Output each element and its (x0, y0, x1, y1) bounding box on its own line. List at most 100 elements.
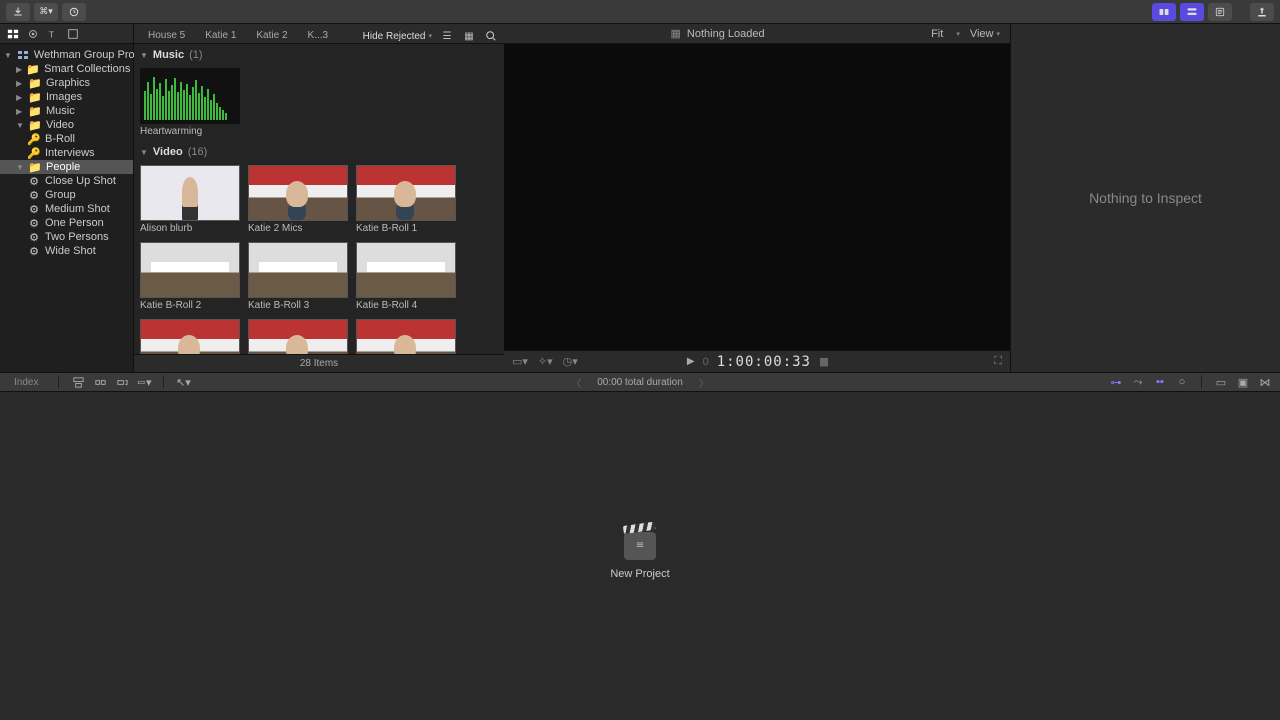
index-button[interactable]: Index (6, 375, 46, 390)
clip-appearance-icon[interactable]: ▦ (462, 29, 476, 43)
view-label: View (970, 28, 994, 40)
clip-item[interactable] (140, 319, 240, 354)
timeline[interactable]: New Project (0, 392, 1280, 720)
audio-meter-icon[interactable]: ▮▮ (819, 355, 827, 368)
bg-tasks-button[interactable] (62, 3, 86, 21)
tree-item-people[interactable]: ▼ 📁 People (0, 160, 133, 174)
timeline-history-forward[interactable]: 〉 (699, 375, 709, 390)
tree-item-wide-shot[interactable]: ⚙ Wide Shot (0, 244, 133, 258)
browser-content[interactable]: ▼ Music (1) Heartwarming ▼ Video (16) A (134, 44, 504, 354)
transform-tool-icon[interactable]: ▭▾ (512, 355, 528, 368)
video-thumbnail (248, 319, 348, 354)
browser-tab[interactable]: K...3 (300, 28, 337, 43)
overwrite-clip-icon[interactable]: ▾ (137, 375, 151, 389)
disclosure-icon: ▶ (16, 107, 24, 116)
browser-layout-button[interactable] (1152, 3, 1176, 21)
transitions-browser-icon[interactable]: ⋈ (1258, 375, 1272, 389)
filter-dropdown[interactable]: Hide Rejected▾ (363, 31, 432, 42)
timeline-history-back[interactable]: 〈 (571, 375, 581, 390)
clip-item[interactable] (248, 319, 348, 354)
titles-tab-icon[interactable]: T (46, 27, 60, 41)
tree-label: Wide Shot (45, 245, 96, 257)
tree-item-medium-shot[interactable]: ⚙Medium Shot (0, 202, 133, 216)
effects-browser-icon[interactable]: ▣ (1236, 375, 1250, 389)
view-dropdown[interactable]: View▾ (970, 28, 1000, 40)
snapping-icon[interactable]: ○ (1175, 375, 1189, 389)
play-button[interactable]: ▶ (687, 356, 695, 367)
section-count: (16) (188, 146, 208, 158)
clip-appearance-icon[interactable]: ▭ (1214, 375, 1228, 389)
tree-item-music[interactable]: ▶ 📁 Music (0, 104, 133, 118)
disclosure-icon: ▶ (16, 93, 24, 102)
inspector-layout-button[interactable] (1208, 3, 1232, 21)
tree-item-graphics[interactable]: ▶ 📁 Graphics (0, 76, 133, 90)
photos-tab-icon[interactable] (26, 27, 40, 41)
new-project-label: New Project (610, 568, 669, 580)
clip-appearance-icon[interactable]: ▦ (670, 27, 680, 40)
tree-item-video[interactable]: ▼ 📁 Video (0, 118, 133, 132)
append-clip-icon[interactable] (115, 375, 129, 389)
gear-icon: ⚙ (28, 231, 40, 243)
color-tool-icon[interactable]: ✧▾ (538, 355, 553, 368)
insert-clip-icon[interactable] (93, 375, 107, 389)
browser-tab[interactable]: Katie 1 (197, 28, 244, 43)
folder-icon: 📁 (29, 91, 41, 103)
gear-icon: ⚙ (28, 217, 40, 229)
tree-item-one-person[interactable]: ⚙ One Person (0, 216, 133, 230)
library-root-row[interactable]: ▼ Wethman Group Promo (0, 48, 133, 62)
skimming-icon[interactable]: ⊶ (1109, 375, 1123, 389)
library-name: Wethman Group Promo (34, 49, 150, 61)
tree-item-close-up-shot[interactable]: ⚙Close Up Shot (0, 174, 133, 188)
keyword-button[interactable]: ⌘▾ (34, 3, 58, 21)
browser-tab[interactable]: House 5 (140, 28, 193, 43)
folder-icon: 📁 (29, 119, 41, 131)
solo-icon[interactable]: ▪▪ (1153, 375, 1167, 389)
tree-item-interviews[interactable]: 🔑 Interviews (0, 146, 133, 160)
tree-label: One Person (45, 217, 104, 229)
clip-item[interactable]: Katie 2 Mics (248, 165, 348, 234)
fit-dropdown[interactable]: Fit▾ (931, 28, 960, 40)
video-thumbnail (356, 165, 456, 221)
clip-item[interactable]: Katie B-Roll 3 (248, 242, 348, 311)
clip-item[interactable]: Katie B-Roll 1 (356, 165, 456, 234)
section-header-video[interactable]: ▼ Video (16) (140, 143, 498, 161)
tree-item-smart-collections[interactable]: ▶ 📁 Smart Collections (0, 62, 133, 76)
import-button[interactable] (6, 3, 30, 21)
folder-icon: 📁 (29, 161, 41, 173)
fullscreen-icon[interactable]: ⛶ (994, 355, 1002, 368)
clip-item[interactable]: Heartwarming (140, 68, 240, 137)
tree-item-group[interactable]: ⚙Group (0, 188, 133, 202)
browser: House 5 Katie 1 Katie 2 K...3 Hide Rejec… (134, 24, 504, 372)
tree-label: Interviews (45, 147, 95, 159)
tree-item-images[interactable]: ▶ 📁 Images (0, 90, 133, 104)
clip-item[interactable]: Alison blurb (140, 165, 240, 234)
section-title: Music (153, 49, 184, 61)
browser-tab[interactable]: Katie 2 (248, 28, 295, 43)
viewer-canvas[interactable] (504, 44, 1010, 350)
video-thumbnail (248, 165, 348, 221)
select-tool-icon[interactable]: ↖▾ (176, 375, 190, 389)
share-button[interactable] (1250, 3, 1274, 21)
section-header-music[interactable]: ▼ Music (1) (140, 46, 498, 64)
new-project-button[interactable]: New Project (610, 532, 669, 580)
video-thumbnail (248, 242, 348, 298)
retime-tool-icon[interactable]: ◷▾ (563, 355, 578, 368)
audio-skimming-icon[interactable]: ⤳ (1131, 375, 1145, 389)
clip-item[interactable]: Katie B-Roll 4 (356, 242, 456, 311)
disclosure-icon: ▶ (16, 65, 22, 74)
search-icon[interactable] (484, 29, 498, 43)
tree-label: Smart Collections (44, 63, 130, 75)
clip-label: Katie B-Roll 1 (356, 223, 456, 234)
timeline-layout-button[interactable] (1180, 3, 1204, 21)
clip-item[interactable]: Katie B-Roll 2 (140, 242, 240, 311)
video-thumbnail (140, 319, 240, 354)
viewer-title: Nothing Loaded (687, 28, 765, 40)
tree-item-b-roll[interactable]: 🔑 B-Roll (0, 132, 133, 146)
connect-clip-icon[interactable] (71, 375, 85, 389)
libraries-tab-icon[interactable] (6, 27, 20, 41)
tree-item-two-persons[interactable]: ⚙Two Persons (0, 230, 133, 244)
list-view-icon[interactable]: ☰ (440, 29, 454, 43)
gear-icon: ⚙ (28, 245, 40, 257)
generators-tab-icon[interactable] (66, 27, 80, 41)
clip-item[interactable] (356, 319, 456, 354)
